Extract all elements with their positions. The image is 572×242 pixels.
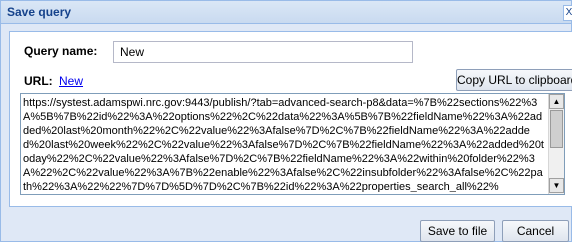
- url-text[interactable]: https://systest.adamspwi.nrc.gov:9443/pu…: [23, 96, 545, 192]
- scroll-up-icon[interactable]: ▲: [549, 94, 564, 109]
- copy-url-button[interactable]: Copy URL to clipboard: [456, 69, 572, 91]
- scroll-down-icon[interactable]: ▼: [549, 178, 564, 193]
- scroll-thumb[interactable]: [550, 110, 563, 148]
- dialog-title: Save query: [7, 5, 72, 19]
- cancel-button[interactable]: Cancel: [502, 220, 569, 242]
- url-label: URL:: [24, 74, 53, 88]
- save-to-file-button[interactable]: Save to file: [420, 220, 495, 242]
- save-query-dialog: Save query X Query name: URL: New Copy U…: [0, 0, 572, 242]
- query-name-label: Query name:: [24, 44, 98, 58]
- form-panel: Query name: URL: New Copy URL to clipboa…: [9, 31, 572, 207]
- close-icon[interactable]: X: [563, 5, 572, 21]
- new-url-link[interactable]: New: [59, 74, 83, 88]
- dialog-titlebar[interactable]: Save query X: [1, 1, 572, 24]
- query-name-input[interactable]: [113, 41, 413, 63]
- url-textarea[interactable]: https://systest.adamspwi.nrc.gov:9443/pu…: [20, 93, 565, 195]
- url-scrollbar[interactable]: ▲ ▼: [548, 94, 564, 194]
